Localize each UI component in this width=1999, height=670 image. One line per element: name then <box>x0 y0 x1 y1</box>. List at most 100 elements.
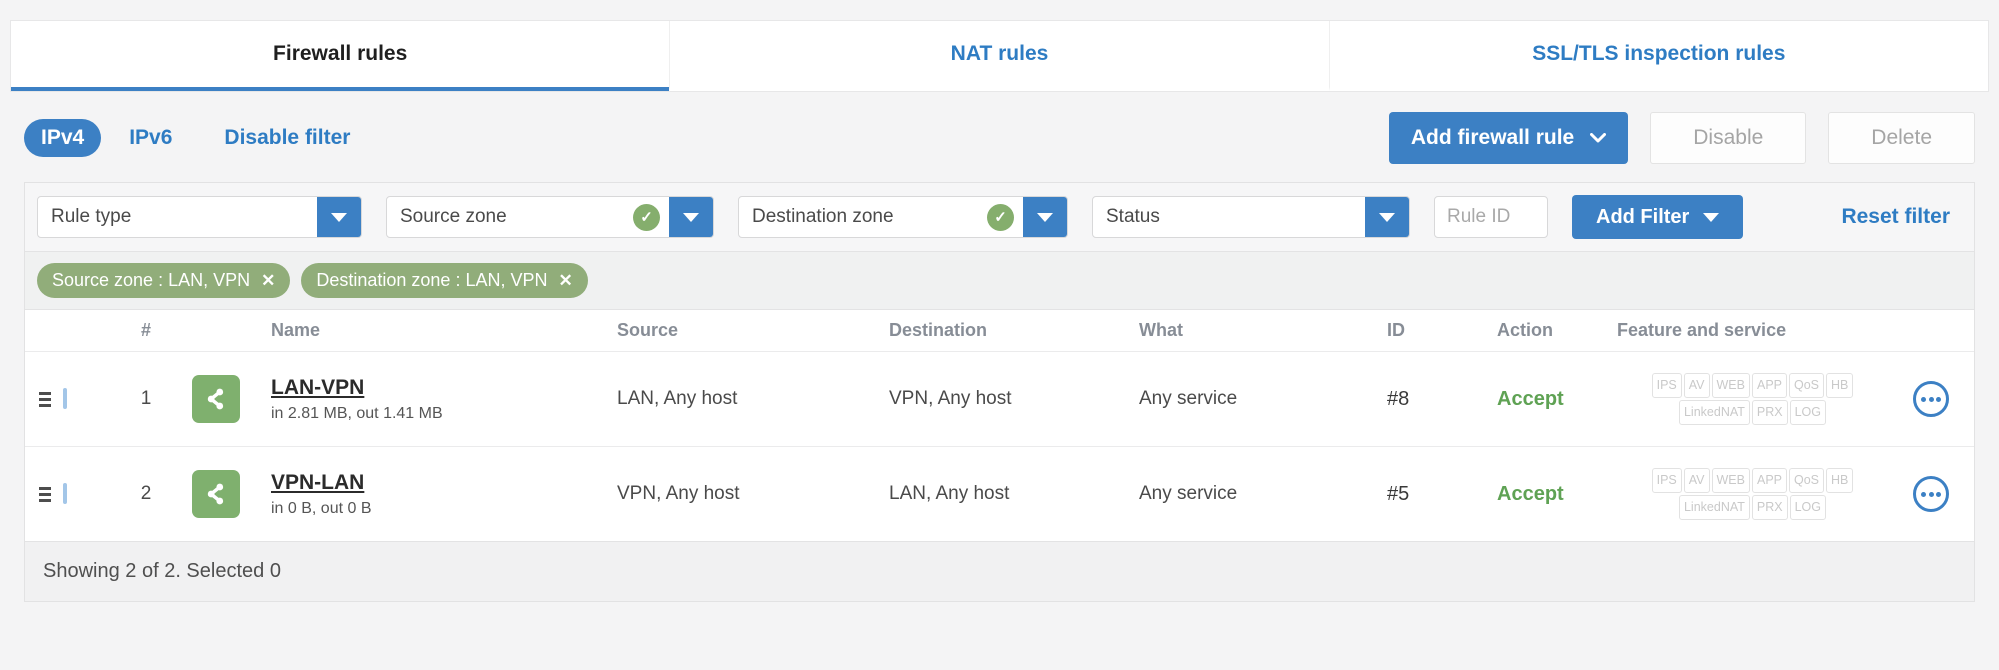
share-icon <box>207 483 224 505</box>
share-rule-icon[interactable] <box>192 375 240 423</box>
filter-chip-label: Destination zone : LAN, VPN <box>316 270 548 290</box>
rule-name-link[interactable]: LAN-VPN <box>271 376 364 400</box>
drag-handle-icon[interactable] <box>39 486 63 502</box>
filter-chip-source-zone: Source zone : LAN, VPN ✕ <box>37 263 291 298</box>
rule-traffic: in 0 B, out 0 B <box>271 499 372 517</box>
source-zone-dropdown[interactable]: Source zone ✓ <box>386 196 714 238</box>
row-number: 2 <box>140 483 152 504</box>
feature-badge: HB <box>1826 468 1854 493</box>
drag-handle-icon[interactable] <box>39 391 63 407</box>
column-header-source: Source <box>617 320 679 340</box>
rule-destination: LAN, Any host <box>889 483 1010 504</box>
filter-chip-destination-zone: Destination zone : LAN, VPN ✕ <box>301 263 588 298</box>
share-rule-icon[interactable] <box>192 470 240 518</box>
column-header-id: ID <box>1387 320 1405 340</box>
chevron-down-icon <box>1590 133 1607 143</box>
column-header-name: Name <box>271 320 321 340</box>
feature-badge: WEB <box>1711 373 1750 398</box>
feature-badge: AV <box>1683 468 1710 493</box>
feature-badge: AV <box>1683 373 1710 398</box>
tab-nat-rules[interactable]: NAT rules <box>669 21 1328 91</box>
rule-type-dropdown[interactable]: Rule type <box>37 196 362 238</box>
triangle-down-icon <box>1379 212 1395 222</box>
rule-name-link[interactable]: VPN-LAN <box>271 471 364 495</box>
remove-filter-icon[interactable]: ✕ <box>261 271 275 291</box>
tab-ssl-tls-inspection-rules[interactable]: SSL/TLS inspection rules <box>1328 21 1988 91</box>
dropdown-arrow-button[interactable] <box>317 197 361 237</box>
rule-id: #5 <box>1387 482 1410 505</box>
active-filter-chips: Source zone : LAN, VPN ✕ Destination zon… <box>25 251 1974 309</box>
row-menu-ellipsis-icon[interactable] <box>1913 476 1949 512</box>
feature-badge: APP <box>1751 373 1787 398</box>
rule-source: LAN, Any host <box>617 388 738 409</box>
triangle-down-icon <box>331 212 347 222</box>
row-checkbox[interactable] <box>63 483 67 504</box>
table-row: 2 VPN-LAN in 0 B, out 0 B VPN, Any host … <box>25 446 1974 541</box>
status-dropdown-label: Status <box>1106 206 1160 227</box>
row-menu-ellipsis-icon[interactable] <box>1913 381 1949 417</box>
rule-traffic: in 2.81 MB, out 1.41 MB <box>271 404 443 422</box>
feature-badge: PRX <box>1751 495 1788 520</box>
add-filter-label: Add Filter <box>1596 205 1690 228</box>
feature-badge: IPS <box>1651 373 1682 398</box>
dropdown-arrow-button[interactable] <box>669 197 713 237</box>
rule-what: Any service <box>1139 388 1238 409</box>
table-footer: Showing 2 of 2. Selected 0 <box>25 541 1974 601</box>
rule-action: Accept <box>1497 387 1564 410</box>
rule-id-input[interactable] <box>1434 196 1548 238</box>
feature-badge: APP <box>1751 468 1787 493</box>
add-filter-button[interactable]: Add Filter <box>1572 195 1744 239</box>
ipv4-toggle[interactable]: IPv4 <box>24 119 102 157</box>
rule-source: VPN, Any host <box>617 483 740 504</box>
toolbar-actions: Add firewall rule Disable Delete <box>1388 112 1975 164</box>
column-header-destination: Destination <box>889 320 988 340</box>
rule-destination: VPN, Any host <box>889 388 1012 409</box>
tab-firewall-rules[interactable]: Firewall rules <box>11 21 670 91</box>
reset-filter-link[interactable]: Reset filter <box>1841 205 1962 229</box>
rule-type-dropdown-label: Rule type <box>51 206 132 227</box>
dropdown-arrow-button[interactable] <box>1023 197 1067 237</box>
triangle-down-icon <box>1703 212 1720 222</box>
triangle-down-icon <box>683 212 699 222</box>
destination-zone-dropdown[interactable]: Destination zone ✓ <box>738 196 1068 238</box>
feature-badge: LOG <box>1789 400 1827 425</box>
toolbar: IPv4 IPv6 Disable filter Add firewall ru… <box>24 112 1975 164</box>
table-header: # Name Source Destination What ID Action… <box>25 309 1974 351</box>
feature-badge: QoS <box>1789 373 1825 398</box>
remove-filter-icon[interactable]: ✕ <box>558 271 572 291</box>
column-header-number: # <box>140 320 151 340</box>
filter-chip-label: Source zone : LAN, VPN <box>52 270 251 290</box>
disable-button[interactable]: Disable <box>1650 112 1807 164</box>
firewall-rules-panel: Rule type Source zone ✓ Destination zone… <box>24 182 1975 602</box>
add-firewall-rule-button[interactable]: Add firewall rule <box>1388 112 1629 164</box>
share-icon <box>207 388 224 410</box>
destination-zone-dropdown-label: Destination zone <box>752 206 894 227</box>
table-row: 1 LAN-VPN in 2.81 MB, out 1.41 MB LAN, A… <box>25 351 1974 446</box>
filter-applied-check-icon: ✓ <box>633 203 660 231</box>
filter-applied-check-icon: ✓ <box>987 203 1014 231</box>
filter-bar: Rule type Source zone ✓ Destination zone… <box>25 183 1974 251</box>
rules-tabbar: Firewall rules NAT rules SSL/TLS inspect… <box>10 20 1989 92</box>
row-number: 1 <box>140 388 152 409</box>
feature-badge: LinkedNAT <box>1678 495 1750 520</box>
rule-action: Accept <box>1497 482 1564 505</box>
feature-badge: WEB <box>1711 468 1750 493</box>
row-checkbox[interactable] <box>63 388 67 409</box>
source-zone-dropdown-label: Source zone <box>400 206 507 227</box>
ipv6-toggle[interactable]: IPv6 <box>129 126 172 150</box>
dropdown-arrow-button[interactable] <box>1365 197 1409 237</box>
add-firewall-rule-label: Add firewall rule <box>1410 126 1575 149</box>
column-header-feature: Feature and service <box>1617 320 1787 340</box>
status-dropdown[interactable]: Status <box>1092 196 1410 238</box>
disable-filter-link[interactable]: Disable filter <box>224 126 350 150</box>
column-header-action: Action <box>1497 320 1553 340</box>
feature-badges: IPS AV WEB APP QoS HB LinkedNAT PRX LOG <box>1607 467 1888 521</box>
triangle-down-icon <box>1037 212 1053 222</box>
feature-badge: QoS <box>1789 468 1825 493</box>
feature-badge: HB <box>1826 373 1854 398</box>
feature-badge: PRX <box>1751 400 1788 425</box>
rule-what: Any service <box>1139 483 1238 504</box>
showing-status-text: Showing 2 of 2. Selected 0 <box>43 560 281 582</box>
column-header-what: What <box>1139 320 1183 340</box>
delete-button[interactable]: Delete <box>1828 112 1975 164</box>
